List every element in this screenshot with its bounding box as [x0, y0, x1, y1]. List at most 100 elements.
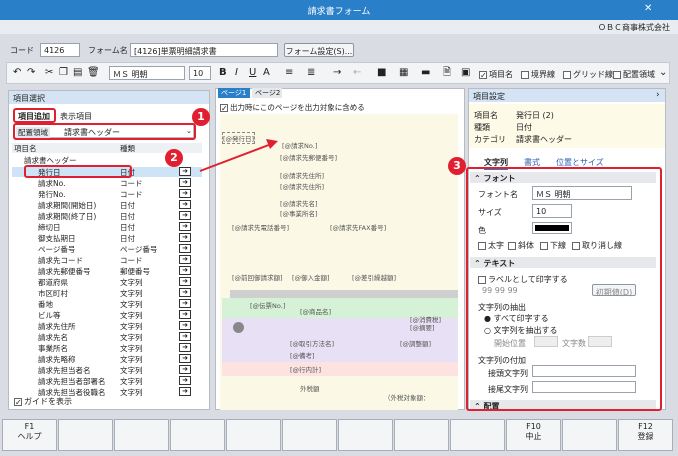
tab-page2[interactable]: ページ2 [252, 88, 282, 98]
add-arrow-icon[interactable]: ➜ [179, 387, 191, 396]
arrow-right-icon[interactable]: → [333, 67, 341, 79]
function-key[interactable] [282, 419, 337, 451]
image-icon[interactable]: ▣ [461, 67, 470, 79]
function-key[interactable] [114, 419, 169, 451]
list-item[interactable]: 発行No. コード ➜ [12, 189, 202, 199]
italic-button[interactable]: I [235, 67, 238, 79]
layout-field[interactable]: [@請求先郵便番号] [280, 152, 337, 162]
underline-button[interactable]: U [249, 67, 256, 79]
layout-field[interactable]: （外税対象額： [384, 392, 430, 402]
list-item[interactable]: 請求期間(開始日) 日付 ➜ [12, 200, 202, 210]
font-color-icon[interactable]: A [263, 67, 270, 79]
layout-field[interactable]: [@請求先電話番号] [232, 222, 289, 232]
paste-icon[interactable]: ▤ [73, 67, 82, 79]
layout-field[interactable]: [@伝票No.] [250, 300, 285, 310]
layout-field[interactable]: [@摘要] [410, 322, 435, 332]
layout-field[interactable]: 外税額 [300, 383, 320, 393]
add-arrow-icon[interactable]: ➜ [179, 233, 191, 242]
add-arrow-icon[interactable]: ➜ [179, 332, 191, 341]
check-area[interactable]: 配置領域 [613, 69, 655, 80]
list-item[interactable]: 請求先担当者部署名 文字列 ➜ [12, 376, 202, 386]
layout-field[interactable]: [@行内計] [290, 364, 321, 374]
layout-field[interactable]: [@請求No.] [282, 140, 317, 150]
add-arrow-icon[interactable]: ➜ [179, 365, 191, 374]
layout-field[interactable]: [@差引繰越額] [352, 272, 396, 282]
layout-field[interactable]: [@商品名] [300, 306, 331, 316]
list-item[interactable]: 御支払期日 日付 ➜ [12, 233, 202, 243]
add-arrow-icon[interactable]: ➜ [179, 321, 191, 330]
chevron-right-icon[interactable]: › [656, 90, 660, 100]
fill-color-icon[interactable]: ■ [377, 67, 386, 79]
align-icon[interactable]: ≡ [285, 67, 293, 79]
layout-field[interactable]: [@請求先名] [280, 198, 318, 208]
list-item[interactable]: 請求先郵便番号 郵便番号 ➜ [12, 266, 202, 276]
add-arrow-icon[interactable]: ➜ [179, 211, 191, 220]
cut-icon[interactable]: ✂ [45, 67, 53, 79]
add-arrow-icon[interactable]: ➜ [179, 299, 191, 308]
add-arrow-icon[interactable]: ➜ [179, 167, 191, 176]
list-item[interactable]: 請求先担当者名 文字列 ➜ [12, 365, 202, 375]
list-item[interactable]: 番地 文字列 ➜ [12, 299, 202, 309]
list-item[interactable]: 請求先コード コード ➜ [12, 255, 202, 265]
layout-field[interactable]: [@取引方法名] [290, 338, 334, 348]
form-settings-button[interactable]: フォーム設定(S)... [284, 43, 354, 57]
list-item[interactable]: 事業所名 文字列 ➜ [12, 343, 202, 353]
include-page-check[interactable]: 出力時にこのページを出力対象に含める [220, 102, 365, 113]
code-field[interactable]: 4126 [40, 43, 80, 57]
add-arrow-icon[interactable]: ➜ [179, 277, 191, 286]
add-arrow-icon[interactable]: ➜ [179, 222, 191, 231]
tab-display-item[interactable]: 表示項目 [60, 111, 92, 122]
border-icon[interactable]: ▦ [399, 67, 408, 79]
layout-field[interactable]: [@御入金額] [292, 272, 330, 282]
arrow-left-icon[interactable]: ← [353, 67, 361, 79]
function-key[interactable] [170, 419, 225, 451]
layout-field[interactable]: [@備考] [290, 350, 315, 360]
valign-icon[interactable]: ≣ [307, 67, 315, 79]
close-icon[interactable]: ✕ [644, 3, 652, 14]
layout-field[interactable]: [@事業所名] [280, 208, 318, 218]
add-arrow-icon[interactable]: ➜ [179, 266, 191, 275]
list-item[interactable]: 締切日 日付 ➜ [12, 222, 202, 232]
list-item[interactable]: 請求先住所 文字列 ➜ [12, 321, 202, 331]
add-arrow-icon[interactable]: ➜ [179, 200, 191, 209]
function-key[interactable] [58, 419, 113, 451]
layout-field[interactable]: [@請求先住所] [280, 181, 324, 191]
add-arrow-icon[interactable]: ➜ [179, 189, 191, 198]
form-name-field[interactable]: [4126]単票明細請求書 [130, 43, 278, 57]
function-key[interactable] [226, 419, 281, 451]
add-arrow-icon[interactable]: ➜ [179, 288, 191, 297]
list-item[interactable]: 請求No. コード ➜ [12, 178, 202, 188]
list-item[interactable]: 請求期間(終了日) 日付 ➜ [12, 211, 202, 221]
add-arrow-icon[interactable]: ➜ [179, 310, 191, 319]
list-item[interactable]: 市区町村 文字列 ➜ [12, 288, 202, 298]
add-arrow-icon[interactable]: ➜ [179, 244, 191, 253]
bold-button[interactable]: B [219, 67, 227, 79]
guide-check[interactable]: ガイドを表示 [14, 396, 72, 407]
add-arrow-icon[interactable]: ➜ [179, 178, 191, 187]
function-key[interactable] [562, 419, 617, 451]
check-grid[interactable]: グリッド線 [563, 69, 613, 80]
font-name-select[interactable]: ＭＳ 明朝 [109, 66, 185, 80]
layout-field[interactable]: [@請求先FAX番号] [330, 222, 386, 232]
add-arrow-icon[interactable]: ➜ [179, 343, 191, 352]
layout-field[interactable]: [@調整額] [400, 338, 431, 348]
font-size-select[interactable]: 10 [189, 66, 211, 80]
document-icon[interactable]: 🗎 [443, 67, 451, 79]
function-key[interactable]: F1 ヘルプ [2, 419, 57, 451]
function-key[interactable] [338, 419, 393, 451]
delete-icon[interactable]: 🗑 [87, 67, 100, 79]
redo-icon[interactable]: ↷ [27, 67, 35, 79]
function-key[interactable] [394, 419, 449, 451]
check-item-name[interactable]: 項目名 [479, 69, 513, 80]
add-arrow-icon[interactable]: ➜ [179, 376, 191, 385]
tab-page1[interactable]: ページ1 [218, 88, 250, 98]
copy-icon[interactable]: ❐ [59, 67, 68, 79]
list-item[interactable]: ページ番号 ページ番号 ➜ [12, 244, 202, 254]
list-item[interactable]: 請求先略称 文字列 ➜ [12, 354, 202, 364]
undo-icon[interactable]: ↶ [13, 67, 21, 79]
add-arrow-icon[interactable]: ➜ [179, 354, 191, 363]
function-key[interactable]: F10 中止 [506, 419, 561, 451]
layout-field[interactable]: [@前回御請求額] [232, 272, 283, 282]
function-key[interactable] [450, 419, 505, 451]
layout-field[interactable]: [@請求先住所] [280, 170, 324, 180]
